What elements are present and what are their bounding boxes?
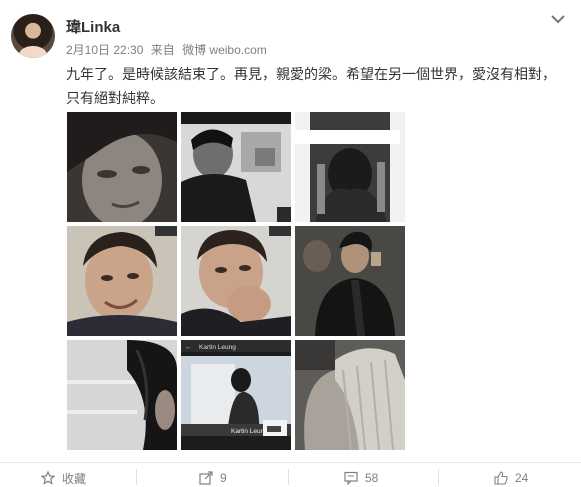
photo-8-video-screen[interactable]: ← Kartin Leung Kartin Leung — [181, 340, 291, 450]
chevron-down-icon[interactable] — [549, 10, 567, 28]
source-prefix: 来自 — [150, 43, 175, 57]
favorite-button[interactable]: 收藏 — [41, 469, 86, 487]
svg-text:←: ← — [185, 344, 192, 351]
post-date[interactable]: 2月10日 22:30 — [66, 43, 143, 57]
like-count: 24 — [515, 471, 529, 485]
star-icon — [41, 471, 55, 485]
photo-5-hand-on-cheek[interactable] — [181, 226, 291, 336]
comment-icon — [344, 471, 358, 485]
photo-4-smiling-man[interactable] — [67, 226, 177, 336]
post-meta: 2月10日 22:30 来自 微博 weibo.com — [66, 41, 271, 58]
repost-icon — [199, 471, 213, 485]
avatar-figure — [19, 46, 47, 58]
action-separator — [136, 469, 137, 485]
post-text: 九年了。是時候該結束了。再見，親愛的梁。希望在另一個世界，愛沒有相對，只有絕對純… — [66, 67, 556, 107]
like-button[interactable]: 24 — [494, 469, 528, 487]
comment-count: 58 — [365, 471, 379, 485]
repost-count: 9 — [220, 471, 227, 485]
photo-1-face-closeup[interactable] — [67, 112, 177, 222]
repost-button[interactable]: 9 — [199, 469, 227, 487]
video-bottom-label: Kartin Leung — [231, 428, 268, 435]
photo-6-leather-jacket[interactable] — [295, 226, 405, 336]
username[interactable]: 瑋Linka — [66, 16, 120, 37]
post-actions: 收藏 9 58 24 — [0, 463, 581, 487]
photo-3-covered-face[interactable] — [295, 112, 405, 222]
favorite-label: 收藏 — [62, 471, 87, 486]
weibo-post-card: 瑋Linka 2月10日 22:30 来自 微博 weibo.com 九年了。是… — [0, 0, 581, 487]
photo-7-hair-by-window[interactable] — [67, 340, 177, 450]
action-separator — [288, 469, 289, 485]
video-top-label: Kartin Leung — [199, 344, 236, 351]
avatar[interactable] — [11, 14, 55, 58]
action-separator — [438, 469, 439, 485]
photo-2-man-in-room[interactable] — [181, 112, 291, 222]
thumbs-up-icon — [494, 471, 508, 485]
comment-button[interactable]: 58 — [344, 469, 378, 487]
post-source[interactable]: 微博 weibo.com — [182, 43, 267, 57]
photo-9-back-with-towel[interactable] — [295, 340, 405, 450]
